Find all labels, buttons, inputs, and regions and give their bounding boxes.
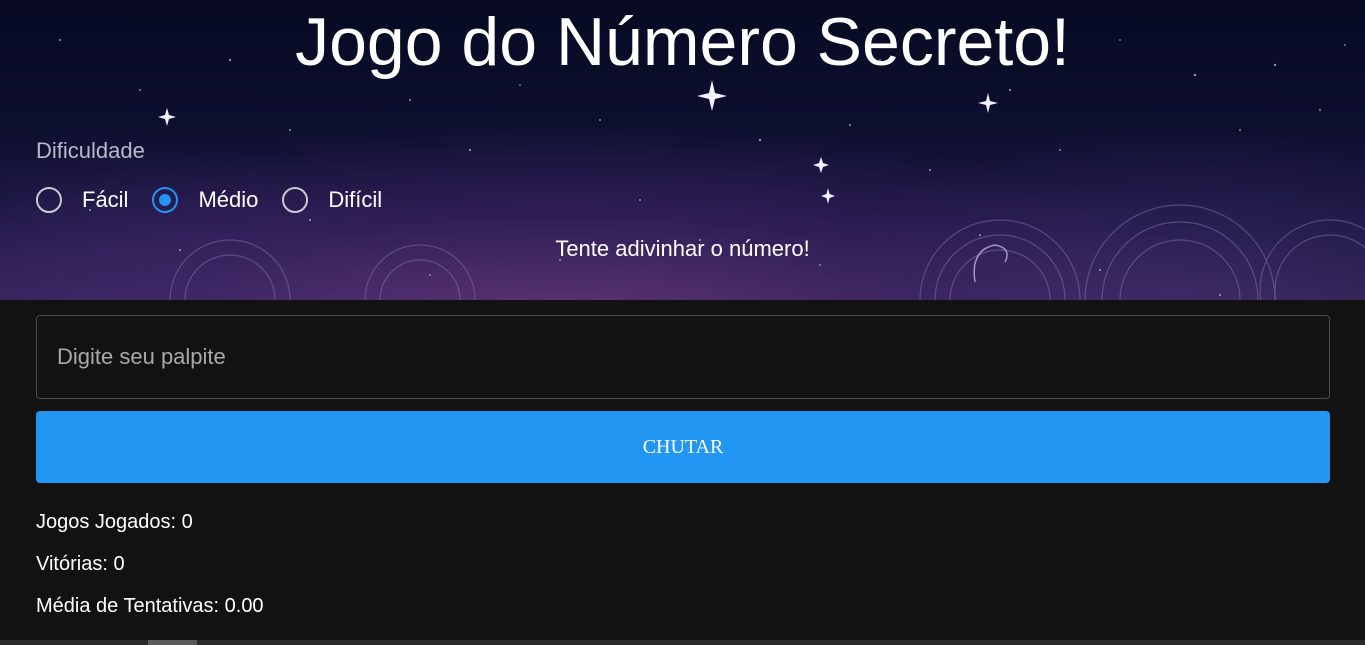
guess-input[interactable] <box>36 315 1330 399</box>
stat-wins: Vitórias: 0 <box>36 553 125 575</box>
stat-average-attempts: Média de Tentativas: 0.00 <box>36 595 264 617</box>
difficulty-label: Dificuldade <box>36 138 145 163</box>
horizontal-scrollbar[interactable] <box>0 640 1365 645</box>
chutar-button[interactable]: CHUTAR <box>36 411 1330 483</box>
radio-label-facil: Fácil <box>82 187 129 212</box>
difficulty-option-dificil[interactable]: Difícil <box>282 187 382 213</box>
hint-text: Tente adivinhar o número! <box>555 236 810 261</box>
radio-button-facil[interactable] <box>36 187 62 213</box>
difficulty-option-medio[interactable]: Médio <box>152 187 258 213</box>
radio-button-medio[interactable] <box>152 187 179 213</box>
radio-button-dificil[interactable] <box>282 187 309 213</box>
radio-label-medio: Médio <box>198 187 259 212</box>
hero-banner: Jogo do Número Secreto! Dificuldade Fáci… <box>0 0 1365 300</box>
stat-games-played: Jogos Jogados: 0 <box>36 511 193 533</box>
difficulty-radio-group: Fácil Médio Difícil <box>36 184 406 216</box>
scrollbar-thumb[interactable] <box>148 640 197 645</box>
radio-label-dificil: Difícil <box>328 187 383 212</box>
difficulty-option-facil[interactable]: Fácil <box>36 187 128 213</box>
page-title: Jogo do Número Secreto! <box>295 4 1070 80</box>
